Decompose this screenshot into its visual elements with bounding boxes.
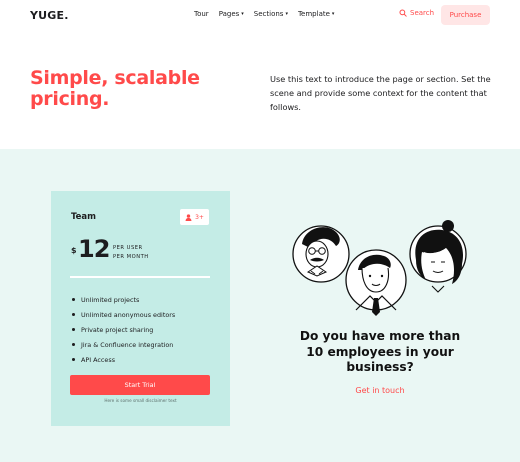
enterprise-heading-line: Do you have more than <box>299 329 461 343</box>
feature-label: Unlimited projects <box>81 295 140 304</box>
enterprise-heading-line: 10 employees in your <box>306 344 454 359</box>
enterprise-heading: Do you have more than 10 employees in yo… <box>280 329 480 376</box>
intro-text: Use this text to introduce the page or s… <box>270 74 491 112</box>
start-trial-button[interactable]: Start Trial <box>70 375 210 395</box>
nav-item-label: Pages <box>218 10 240 18</box>
bullet-icon <box>72 358 75 361</box>
price-currency: $ <box>71 246 77 255</box>
plan-name: Team <box>71 212 97 222</box>
bullet-icon <box>72 313 75 316</box>
price-unit: PER USER PER MONTH <box>113 244 149 262</box>
seat-count: 3+ <box>195 213 204 221</box>
person-tie-illustration <box>345 249 407 316</box>
person-glasses-illustration <box>292 225 350 283</box>
disclaimer-text: Here is some small disclaimer text <box>104 398 177 403</box>
search-icon <box>399 9 407 17</box>
price-unit-line: PER MONTH <box>113 254 149 260</box>
nav-item-template[interactable]: Template ▾ <box>298 10 334 18</box>
nav-item-sections[interactable]: Sections ▾ <box>254 10 288 18</box>
page-title-line: Simple, scalable <box>30 67 200 89</box>
enterprise-heading-line: business? <box>346 360 414 374</box>
user-icon <box>185 213 192 221</box>
pricing-card-team: Team 3+ $ 12 PER USER PER MONTH Unlimite… <box>51 191 230 426</box>
nav-item-pages[interactable]: Pages ▾ <box>219 10 244 18</box>
main-nav: Tour Pages ▾ Sections ▾ Template ▾ <box>194 10 334 18</box>
feature-item: Unlimited projects <box>72 292 175 307</box>
get-in-touch-link[interactable]: Get in touch <box>280 386 480 395</box>
price-unit-line: PER USER <box>113 245 143 251</box>
team-illustration <box>292 220 467 316</box>
feature-item: API Access <box>72 352 175 367</box>
search-button[interactable]: Search <box>399 9 434 17</box>
page-title: Simple, scalable pricing. <box>30 68 240 110</box>
nav-item-label: Template <box>297 10 330 18</box>
feature-label: Private project sharing <box>81 325 154 334</box>
seat-badge: 3+ <box>180 209 209 225</box>
feature-item: Jira & Confluence integration <box>72 337 175 352</box>
bullet-icon <box>72 328 75 331</box>
brand-logo[interactable]: YUGE. <box>30 9 69 22</box>
price-amount: 12 <box>78 235 110 263</box>
purchase-button[interactable]: Purchase <box>441 5 490 25</box>
feature-label: Unlimited anonymous editors <box>81 310 176 319</box>
page-title-line: pricing. <box>30 88 110 110</box>
site-header: YUGE. Tour Pages ▾ Sections ▾ Template ▾… <box>0 0 520 32</box>
feature-label: Jira & Confluence integration <box>81 340 174 349</box>
chevron-down-icon: ▾ <box>241 10 244 17</box>
feature-list: Unlimited projects Unlimited anonymous e… <box>72 292 175 367</box>
bullet-icon <box>72 298 75 301</box>
nav-item-tour[interactable]: Tour <box>194 10 209 18</box>
nav-item-label: Tour <box>194 10 209 18</box>
nav-item-label: Sections <box>253 10 284 18</box>
bullet-icon <box>72 343 75 346</box>
chevron-down-icon: ▾ <box>331 10 335 17</box>
feature-label: API Access <box>81 355 116 364</box>
feature-item: Unlimited anonymous editors <box>72 307 175 322</box>
card-divider <box>70 276 210 278</box>
search-label: Search <box>410 9 435 17</box>
chevron-down-icon: ▾ <box>285 10 288 17</box>
person-woman-illustration <box>409 220 467 293</box>
feature-item: Private project sharing <box>72 322 175 337</box>
